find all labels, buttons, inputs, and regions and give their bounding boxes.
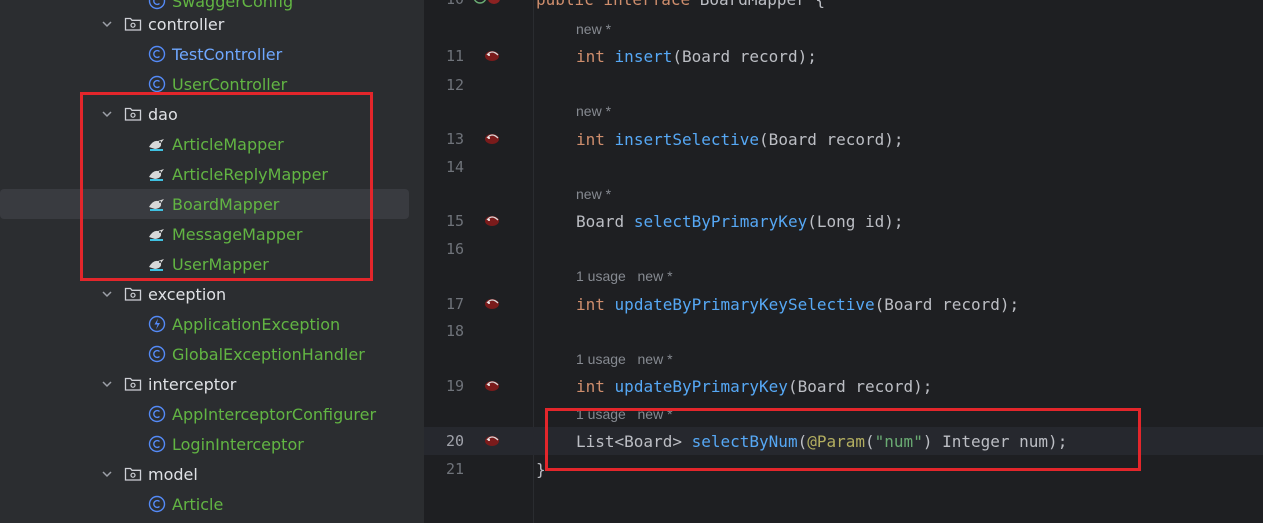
code-args: (Board record); (787, 377, 933, 396)
inlay-hint[interactable]: new * (576, 21, 611, 37)
annotation-box-select-by-num (545, 408, 1141, 471)
tree-folder-exception[interactable]: exception (0, 279, 409, 309)
hint-usage[interactable]: 1 usage (576, 268, 626, 284)
code-method-name: insertSelective (614, 130, 760, 149)
line-number: 12 (445, 76, 464, 94)
line-number: 15 (445, 212, 464, 230)
mybatis-bird-icon[interactable] (483, 132, 501, 146)
line-number: 16 (445, 240, 464, 258)
tree-item-label: TestController (172, 44, 283, 64)
tree-item-label: UserController (172, 74, 288, 94)
code-method-name: insert (614, 47, 673, 66)
chevron-down-icon[interactable] (100, 17, 114, 31)
line-number: 21 (445, 460, 464, 478)
tree-folder-label: exception (148, 284, 227, 304)
tree-folder-label: model (148, 464, 198, 484)
line-number: 19 (445, 377, 464, 395)
mybatis-bird-icon[interactable] (483, 434, 501, 448)
code-args: (Board record); (874, 295, 1020, 314)
tree-folder-label: interceptor (148, 374, 237, 394)
hint-usage[interactable]: 1 usage (576, 351, 626, 367)
tree-folder-controller[interactable]: controller (0, 9, 409, 39)
code-args: (Board record); (759, 130, 904, 149)
code-args: (Board record); (672, 47, 817, 66)
inlay-hint[interactable]: new * (576, 186, 611, 202)
tree-item-app-interceptor-configurer[interactable]: AppInterceptorConfigurer (0, 399, 409, 429)
tree-item-global-exception-handler[interactable]: GlobalExceptionHandler (0, 339, 409, 369)
code-method-name: selectByPrimaryKey (633, 212, 808, 231)
code-keyword: public interface (536, 0, 690, 9)
tree-folder-label: controller (148, 14, 225, 34)
tree-item-test-controller[interactable]: TestController (0, 39, 409, 69)
line-number: 20 (445, 432, 464, 450)
project-tree-panel: SwaggerConfig controller TestController … (0, 0, 424, 523)
tree-item-label: Article (172, 494, 224, 514)
line-number: 14 (445, 158, 464, 176)
mybatis-bird-icon[interactable] (483, 49, 501, 63)
code-interface-name: BoardMapper (700, 0, 806, 9)
tree-item-application-exception[interactable]: ApplicationException (0, 309, 409, 339)
code-line-10[interactable]: public interface BoardMapper { (536, 0, 825, 9)
hint-new: new * (576, 21, 612, 37)
package-folder-icon (124, 17, 142, 31)
annotation-box-dao (80, 92, 373, 281)
code-line-13[interactable]: int insertSelective(Board record); (576, 130, 904, 149)
tree-item-label: ApplicationException (172, 314, 341, 334)
mybatis-bird-icon[interactable] (483, 214, 501, 228)
code-args: (Long id); (807, 212, 904, 231)
tree-item-label: GlobalExceptionHandler (172, 344, 365, 364)
class-icon (148, 75, 166, 93)
code-line-11[interactable]: int insert(Board record); (576, 47, 817, 66)
line-number: 13 (445, 130, 464, 148)
mybatis-bird-icon[interactable] (483, 297, 501, 311)
class-icon (148, 495, 166, 513)
line-number: 18 (445, 322, 464, 340)
code-editor[interactable]: 10 public interface BoardMapper { new * … (424, 0, 1263, 523)
line-number: 10 (424, 0, 464, 8)
mybatis-bird-icon[interactable] (483, 379, 501, 393)
hint-new: new * (637, 268, 673, 284)
exception-class-icon (148, 315, 166, 333)
code-line-15[interactable]: Board selectByPrimaryKey(Long id); (576, 212, 904, 231)
chevron-down-icon[interactable] (100, 377, 114, 391)
tree-item-article[interactable]: Article (0, 489, 409, 519)
class-icon (148, 405, 166, 423)
hint-new: new * (637, 351, 673, 367)
code-line-19[interactable]: int updateByPrimaryKey(Board record); (576, 377, 932, 396)
code-line-17[interactable]: int updateByPrimaryKeySelective(Board re… (576, 295, 1019, 314)
chevron-down-icon[interactable] (100, 287, 114, 301)
implemented-gutter-icon[interactable] (472, 0, 502, 6)
code-method-name: updateByPrimaryKey (614, 377, 788, 396)
inlay-hint[interactable]: 1 usage new * (576, 351, 673, 367)
hint-new: new * (576, 103, 612, 119)
code-return-type: int (576, 130, 605, 149)
code-brace: { (815, 0, 825, 9)
hint-new: new * (576, 186, 612, 202)
line-number: 11 (445, 47, 464, 65)
code-return-type: int (576, 295, 605, 314)
class-icon (148, 435, 166, 453)
class-icon (148, 45, 166, 63)
package-folder-icon (124, 287, 142, 301)
line-number: 17 (445, 295, 464, 313)
code-return-type: int (576, 377, 605, 396)
tree-folder-model[interactable]: model (0, 459, 409, 489)
tree-item-label: LoginInterceptor (172, 434, 304, 454)
code-return-type: int (576, 47, 605, 66)
inlay-hint[interactable]: 1 usage new * (576, 268, 673, 284)
package-folder-icon (124, 467, 142, 481)
code-return-type: Board (576, 212, 625, 231)
code-method-name: updateByPrimaryKeySelective (614, 295, 875, 314)
inlay-hint[interactable]: new * (576, 103, 611, 119)
chevron-down-icon[interactable] (100, 467, 114, 481)
tree-folder-interceptor[interactable]: interceptor (0, 369, 409, 399)
class-icon (148, 345, 166, 363)
tree-item-label: AppInterceptorConfigurer (172, 404, 377, 424)
package-folder-icon (124, 377, 142, 391)
tree-item-login-interceptor[interactable]: LoginInterceptor (0, 429, 409, 459)
